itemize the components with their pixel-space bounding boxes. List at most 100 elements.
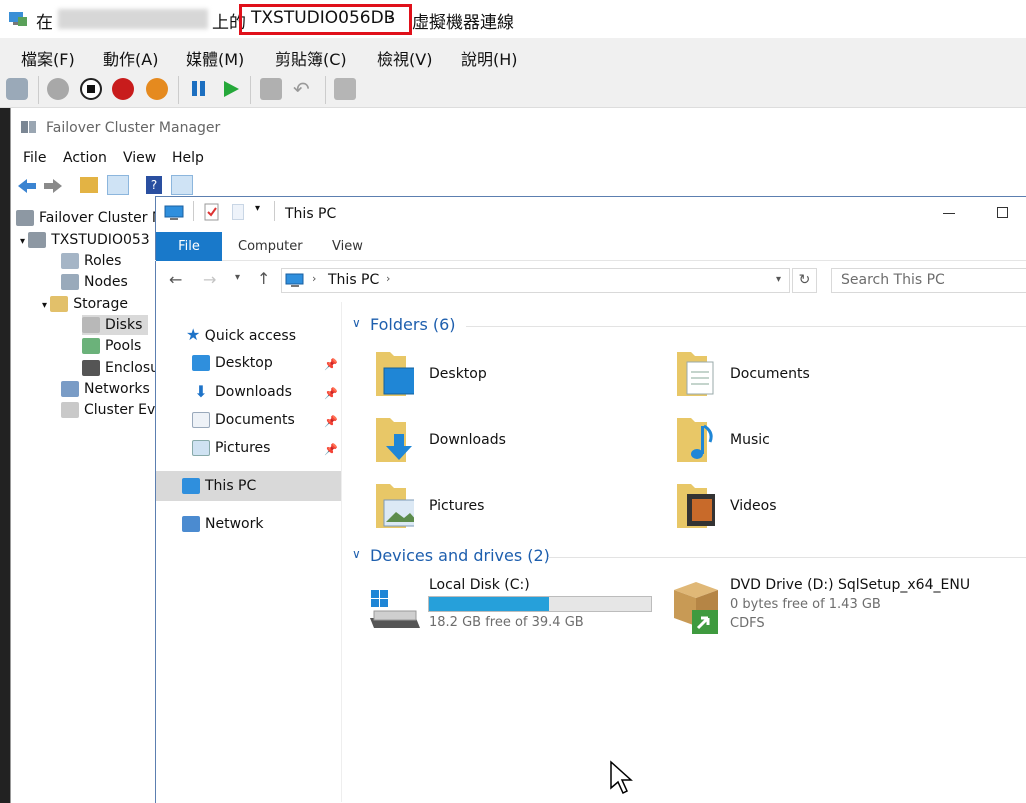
maximize-icon[interactable]: [997, 207, 1008, 218]
checkpoint-icon[interactable]: [260, 78, 282, 100]
pin-icon[interactable]: 📌: [324, 415, 338, 428]
pin-icon[interactable]: 📌: [324, 387, 338, 400]
menu-media[interactable]: 媒體(M): [186, 46, 244, 70]
explorer-title-bar: ▾ This PC: [155, 197, 1026, 231]
vm-toolbar: ↶: [0, 72, 1026, 108]
fcm-menu-view[interactable]: View: [123, 150, 156, 166]
nav-network[interactable]: Network: [182, 512, 263, 536]
minimize-icon[interactable]: [943, 213, 955, 214]
folder-music[interactable]: Music: [675, 414, 955, 468]
tree-cluster-events[interactable]: Cluster Eve: [61, 400, 164, 420]
up-icon[interactable]: ↑: [257, 269, 270, 288]
tree-disks[interactable]: Disks: [82, 315, 149, 335]
menu-action[interactable]: 動作(A): [103, 46, 158, 70]
vm-menu-bar: 檔案(F) 動作(A) 媒體(M) 剪貼簿(C) 檢視(V) 說明(H): [0, 38, 1026, 72]
storage-icon: [50, 296, 69, 312]
search-box[interactable]: Search This PC: [831, 268, 1026, 293]
drive-c-free: 18.2 GB free of 39.4 GB: [429, 615, 584, 630]
help-icon[interactable]: ?: [146, 176, 162, 194]
menu-help[interactable]: 說明(H): [461, 46, 518, 70]
properties-icon[interactable]: [204, 203, 220, 221]
devices-header[interactable]: Devices and drives (2): [370, 546, 550, 565]
ctrl-alt-del-icon[interactable]: [6, 78, 28, 100]
quick-access-toolbar-dropdown-icon[interactable]: ▾: [255, 203, 260, 214]
forward-icon[interactable]: →: [203, 270, 216, 289]
back-arrow-icon[interactable]: [16, 176, 38, 196]
tab-file[interactable]: File: [156, 232, 222, 261]
address-dropdown-icon[interactable]: ▾: [776, 274, 781, 285]
networks-icon: [61, 381, 79, 397]
collapse-chevron-icon[interactable]: ∨: [352, 316, 361, 330]
tree-nodes[interactable]: Nodes: [61, 272, 128, 292]
action-pane-icon[interactable]: [171, 175, 193, 195]
power-icon[interactable]: [146, 78, 168, 100]
forward-arrow-icon[interactable]: [42, 176, 64, 196]
drive-d-filesystem: CDFS: [730, 616, 765, 631]
recent-locations-icon[interactable]: ▾: [235, 272, 240, 283]
nav-downloads[interactable]: ⬇ Downloads: [192, 380, 292, 404]
drive-d-name: DVD Drive (D:) SqlSetup_x64_ENU: [730, 577, 971, 593]
star-icon: ★: [186, 325, 201, 344]
menu-file[interactable]: 檔案(F): [21, 46, 75, 70]
fcm-menu-action[interactable]: Action: [63, 150, 107, 166]
tree-networks[interactable]: Networks: [61, 379, 150, 399]
pin-icon[interactable]: 📌: [324, 443, 338, 456]
events-icon: [61, 402, 79, 418]
fcm-menu-help[interactable]: Help: [172, 150, 204, 166]
nav-documents[interactable]: Documents: [192, 408, 295, 432]
menu-view[interactable]: 檢視(V): [377, 46, 432, 70]
tree-roles[interactable]: Roles: [61, 251, 121, 271]
nav-pictures[interactable]: Pictures: [192, 436, 270, 460]
pin-icon[interactable]: 📌: [324, 358, 338, 371]
folder-pictures[interactable]: Pictures: [374, 480, 654, 534]
nav-quick-access[interactable]: ★ Quick access: [186, 323, 296, 347]
this-pc-nav-icon: [182, 478, 200, 494]
folder-downloads[interactable]: Downloads: [374, 414, 654, 468]
tree-pools[interactable]: Pools: [82, 336, 141, 356]
folder-documents[interactable]: Documents: [675, 348, 955, 402]
address-bar[interactable]: › This PC › ▾: [281, 268, 790, 293]
explorer-ribbon-tabs: Computer View: [155, 231, 1026, 261]
back-icon[interactable]: ←: [169, 270, 182, 289]
show-hide-tree-icon[interactable]: [107, 175, 129, 195]
server-icon: [28, 232, 47, 248]
explorer-title: This PC: [285, 206, 337, 222]
pause-icon[interactable]: [188, 78, 210, 100]
menu-clipboard[interactable]: 剪貼簿(C): [275, 46, 347, 70]
revert-icon[interactable]: ↶: [293, 78, 315, 100]
enhanced-session-icon[interactable]: [334, 78, 356, 100]
drive-c-name: Local Disk (C:): [429, 577, 530, 593]
folder-videos[interactable]: Videos: [675, 480, 955, 534]
redacted-host-name: [58, 9, 208, 29]
tree-root[interactable]: Failover Cluster M: [16, 208, 164, 228]
tree-cluster[interactable]: ▾ TXSTUDIO053: [20, 230, 150, 250]
turn-off-icon[interactable]: [80, 78, 102, 100]
breadcrumb-chevron-icon[interactable]: ›: [386, 272, 390, 285]
refresh-icon[interactable]: ↻: [792, 268, 817, 293]
drive-d[interactable]: DVD Drive (D:) SqlSetup_x64_ENU 0 bytes …: [666, 574, 1026, 638]
dvd-drive-icon: [674, 582, 718, 634]
tab-view[interactable]: View: [332, 239, 363, 254]
start-icon[interactable]: [47, 78, 69, 100]
roles-icon: [61, 253, 79, 269]
folders-header[interactable]: Folders (6): [370, 315, 456, 334]
cluster-icon: [21, 121, 36, 133]
nav-desktop[interactable]: Desktop: [192, 351, 273, 375]
tree-enclosures[interactable]: Enclosu: [82, 358, 159, 378]
drive-c-usage-bar: [428, 596, 652, 612]
new-folder-icon[interactable]: [232, 204, 244, 220]
fcm-menu-file[interactable]: File: [23, 150, 46, 166]
this-pc-icon: [164, 205, 184, 220]
drive-c[interactable]: Local Disk (C:) 18.2 GB free of 39.4 GB: [366, 574, 666, 634]
nav-this-pc[interactable]: This PC: [182, 474, 256, 498]
desktop-icon: [192, 355, 210, 371]
tree-storage[interactable]: ▾ Storage: [42, 294, 128, 314]
breadcrumb-this-pc[interactable]: This PC: [328, 272, 379, 288]
resume-icon[interactable]: [220, 78, 242, 100]
tab-computer[interactable]: Computer: [238, 239, 303, 254]
up-folder-icon[interactable]: [80, 177, 98, 193]
collapse-chevron-icon[interactable]: ∨: [352, 547, 361, 561]
shutdown-icon[interactable]: [112, 78, 134, 100]
enclosures-icon: [82, 360, 100, 376]
folder-desktop[interactable]: Desktop: [374, 348, 654, 402]
